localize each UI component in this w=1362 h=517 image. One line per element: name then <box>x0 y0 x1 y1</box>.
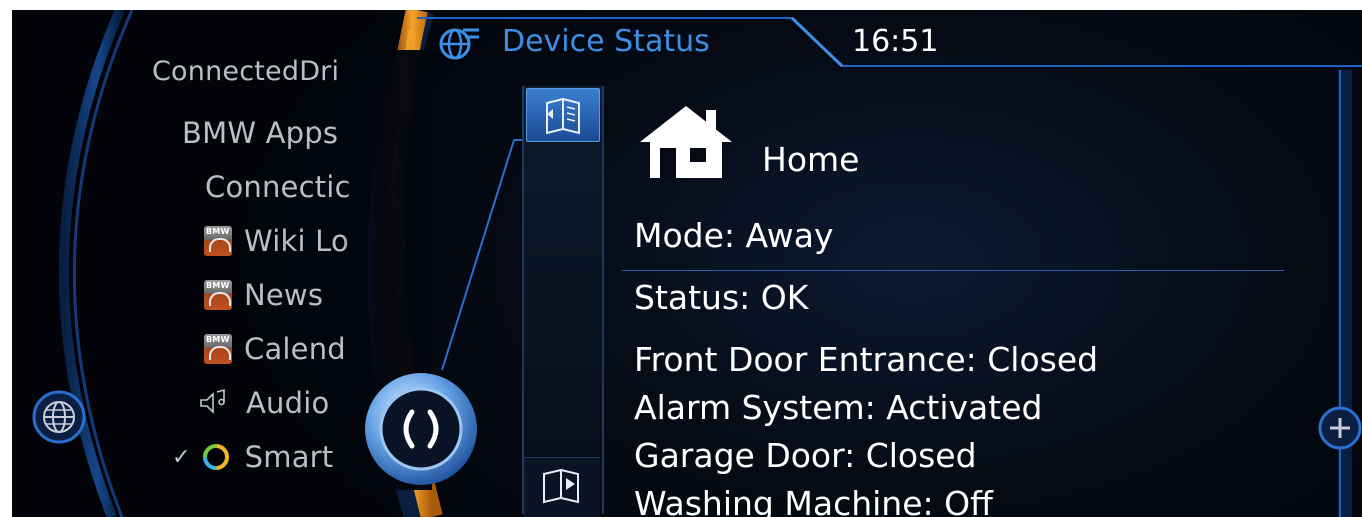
check-icon: ✓ <box>172 444 191 470</box>
device-line: Garage Door: Closed <box>634 436 977 475</box>
menu-item-connection[interactable]: Connectic <box>205 170 351 204</box>
bmw-app-icon: BMW <box>204 226 232 256</box>
divider <box>622 270 1284 271</box>
side-column <box>522 86 604 514</box>
device-line: Alarm System: Activated <box>634 388 1043 427</box>
bmw-app-icon: BMW <box>204 280 232 310</box>
plus-button-icon[interactable] <box>1318 406 1362 450</box>
manual-tab-button[interactable] <box>526 88 600 142</box>
page-title: Device Status <box>502 24 710 59</box>
menu-item-label: Smart <box>244 440 334 474</box>
menu-item-label: Wiki Lo <box>244 224 349 258</box>
connected-globe-icon <box>439 28 479 60</box>
menu-item-label: BMW Apps <box>182 116 339 150</box>
status-line: Status: OK <box>634 278 809 317</box>
menu-item-label: ConnectedDri <box>152 56 340 87</box>
mode-line: Mode: Away <box>634 216 834 255</box>
menu-item-label: News <box>244 278 324 312</box>
menu-item-news[interactable]: BMW News <box>204 278 323 312</box>
home-icon <box>640 106 732 178</box>
idrive-screen: ConnectedDri BMW Apps Connectic BMW Wiki… <box>12 10 1362 517</box>
book-play-icon <box>543 468 579 504</box>
menu-item-connecteddrive[interactable]: ConnectedDri <box>152 56 339 87</box>
bmw-app-icon: BMW <box>204 334 232 364</box>
home-label: Home <box>762 140 860 179</box>
menu-item-label: Calend <box>244 332 346 366</box>
book-back-icon <box>546 97 580 135</box>
menu-item-smart[interactable]: ✓ Smart <box>172 440 333 474</box>
smart-ring-icon <box>202 444 229 470</box>
device-line: Front Door Entrance: Closed <box>634 340 1099 379</box>
menu-item-audio[interactable]: Audio <box>198 386 329 420</box>
clock-time: 16:51 <box>852 24 939 59</box>
manual-play-button[interactable] <box>524 457 600 517</box>
menu-item-label: Audio <box>246 386 330 420</box>
audio-icon <box>200 388 225 414</box>
menu-item-bmw-apps[interactable]: BMW Apps <box>182 116 338 150</box>
menu-item-label: Connectic <box>205 170 351 204</box>
menu-item-calendar[interactable]: BMW Calend <box>204 332 346 366</box>
globe-button-icon[interactable] <box>32 390 86 444</box>
controller-knob[interactable] <box>362 370 480 488</box>
device-line: Washing Machine: Off <box>634 484 993 517</box>
menu-item-wiki[interactable]: BMW Wiki Lo <box>204 224 349 258</box>
